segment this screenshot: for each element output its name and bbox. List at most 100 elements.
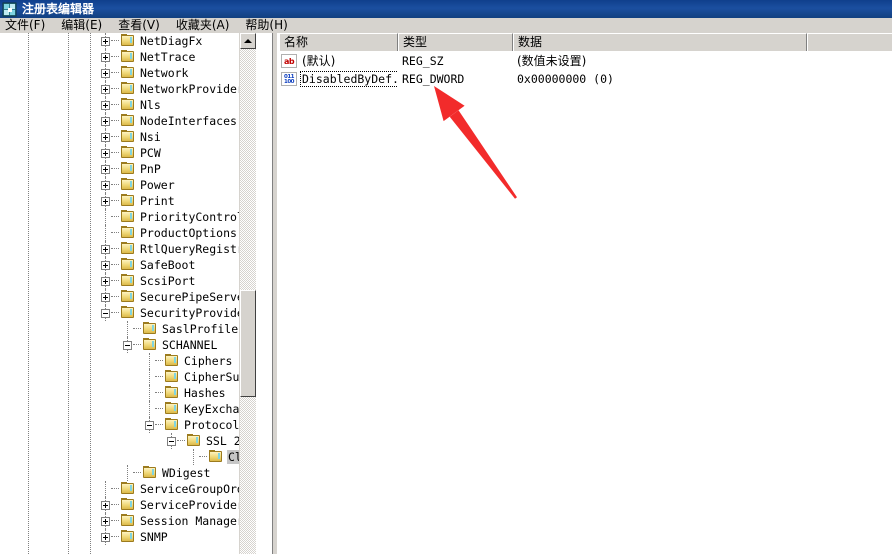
menu-file[interactable]: 文件(F) [0,18,53,33]
pane-splitter[interactable] [256,33,279,554]
tree-node-label: Power [140,178,175,192]
folder-icon [208,450,224,464]
tree-node[interactable]: Protocols [0,417,256,433]
folder-icon [120,274,136,288]
expand-plus-icon[interactable] [101,260,110,270]
tree-node[interactable]: PCW [0,145,256,161]
expand-plus-icon[interactable] [101,180,110,190]
tree-node[interactable]: Client [0,449,256,465]
tree-node[interactable]: SSL 2.0 [0,433,256,449]
tree-dotted-connector [111,536,119,538]
tree-node-label: Hashes [184,386,226,400]
tree-dotted-connector [133,328,141,330]
tree-node[interactable]: Print [0,193,256,209]
expand-plus-icon[interactable] [101,68,110,78]
tree-node-label: NetDiagFx [140,34,203,48]
expand-plus-icon[interactable] [101,516,110,526]
expand-plus-icon[interactable] [101,84,110,94]
tree-node[interactable]: Ciphers [0,353,256,369]
tree-dotted-connector [111,88,119,90]
value-row[interactable]: ab (默认) REG_SZ (数值未设置) [279,52,892,70]
folder-icon [120,98,136,112]
column-header-type[interactable]: 类型 [398,33,513,51]
tree-dotted-connector [155,408,163,410]
value-row[interactable]: 011100DisabledByDef... REG_DWORD 0x0000000… [279,70,892,88]
column-header-name[interactable]: 名称 [279,33,398,51]
tree-node[interactable]: SafeBoot [0,257,256,273]
expand-plus-icon[interactable] [101,132,110,142]
tree-node[interactable]: SecurePipeServers [0,289,256,305]
tree-node[interactable]: PriorityControl [0,209,256,225]
folder-icon [120,482,136,496]
collapse-minus-icon[interactable] [101,308,110,318]
folder-icon [120,178,136,192]
splitter-bar[interactable] [272,33,277,554]
tree-node[interactable]: ServiceGroupOrder [0,481,256,497]
menu-favorites[interactable]: 收藏夹(A) [168,18,238,33]
collapse-minus-icon[interactable] [145,420,154,430]
menu-edit[interactable]: 编辑(E) [53,18,110,33]
tree-node-label: ServiceProvider [140,498,244,512]
scrollbar-thumb[interactable] [240,290,256,397]
tree-dotted-connector [111,40,119,42]
reg-sz-icon: ab [281,54,297,68]
expand-plus-icon[interactable] [101,244,110,254]
tree-node[interactable]: Nls [0,97,256,113]
collapse-minus-icon[interactable] [123,340,132,350]
tree-dotted-connector [155,360,163,362]
tree-node[interactable]: WDigest [0,465,256,481]
tree-dotted-connector [111,184,119,186]
tree-node-label: SaslProfiles [162,322,246,336]
expand-plus-icon[interactable] [101,148,110,158]
folder-icon [120,34,136,48]
tree-node-label: Nsi [140,130,161,144]
registry-tree[interactable]: NetDiagFx NetTrace Network NetworkProvider N… [0,33,256,554]
folder-icon [120,50,136,64]
expand-plus-icon[interactable] [101,276,110,286]
tree-node-label: PriorityControl [140,210,244,224]
tree-node[interactable]: ProductOptions [0,225,256,241]
expand-plus-icon[interactable] [101,164,110,174]
expand-plus-icon[interactable] [101,116,110,126]
expand-plus-icon[interactable] [101,292,110,302]
tree-node[interactable]: KeyExchangeAlg [0,401,256,417]
tree-node[interactable]: NetworkProvider [0,81,256,97]
tree-dotted-connector [111,200,119,202]
tree-dotted-connector [155,424,163,426]
tree-node[interactable]: NetDiagFx [0,33,256,49]
tree-node[interactable]: Hashes [0,385,256,401]
folder-icon [120,306,136,320]
menu-view[interactable]: 查看(V) [110,18,168,33]
tree-node[interactable]: Nsi [0,129,256,145]
folder-icon [164,418,180,432]
tree-node[interactable]: NodeInterfaces [0,113,256,129]
expand-plus-icon[interactable] [101,532,110,542]
expand-plus-icon[interactable] [101,52,110,62]
tree-node[interactable]: NetTrace [0,49,256,65]
tree-expander-spacer [145,405,154,414]
expand-plus-icon[interactable] [101,196,110,206]
tree-dotted-connector [111,136,119,138]
tree-node[interactable]: RtlQueryRegistryConf [0,241,256,257]
expand-plus-icon[interactable] [101,100,110,110]
menu-help[interactable]: 帮助(H) [237,18,295,33]
tree-node[interactable]: ScsiPort [0,273,256,289]
tree-node[interactable]: Power [0,177,256,193]
tree-node[interactable]: SNMP [0,529,256,545]
tree-node[interactable]: PnP [0,161,256,177]
expand-plus-icon[interactable] [101,36,110,46]
tree-node-label: PCW [140,146,161,160]
scroll-up-arrow[interactable] [240,33,256,49]
tree-node[interactable]: Session Manager [0,513,256,529]
column-header-data[interactable]: 数据 [513,33,807,51]
tree-vertical-scrollbar[interactable] [239,33,256,554]
tree-node[interactable]: SCHANNEL [0,337,256,353]
tree-node[interactable]: Network [0,65,256,81]
tree-node[interactable]: CipherSuites [0,369,256,385]
tree-node[interactable]: SaslProfiles [0,321,256,337]
expand-plus-icon[interactable] [101,500,110,510]
tree-node[interactable]: SecurityProviders [0,305,256,321]
tree-node[interactable]: ServiceProvider [0,497,256,513]
collapse-minus-icon[interactable] [167,436,176,446]
registry-values-list[interactable]: ab (默认) REG_SZ (数值未设置) 011100DisabledByDef..… [279,52,892,554]
